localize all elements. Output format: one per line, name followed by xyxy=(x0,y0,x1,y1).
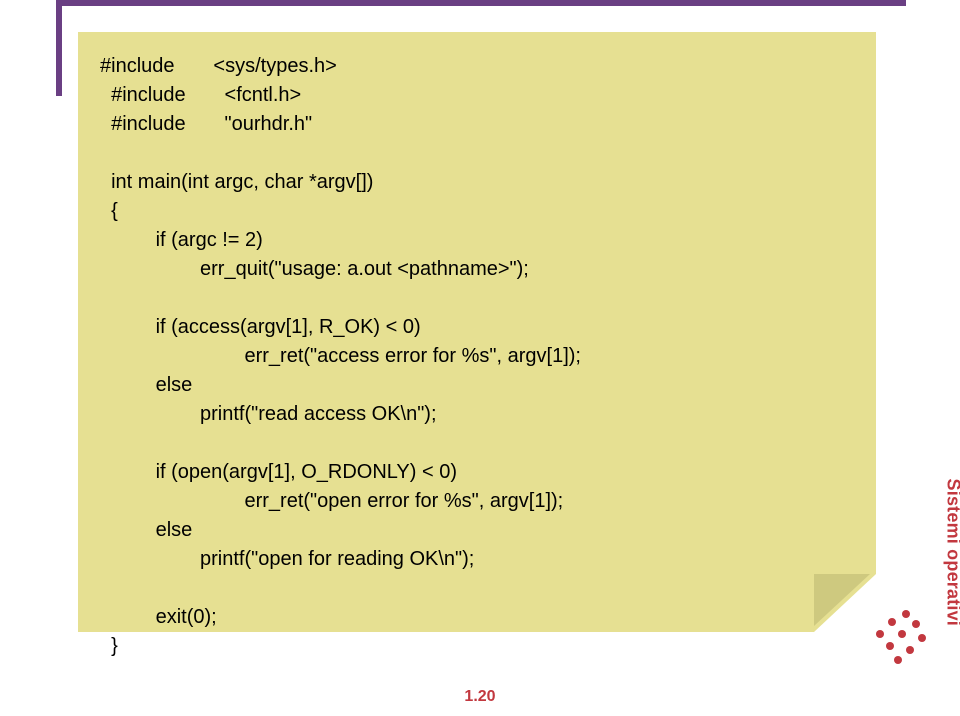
page-number: 1.20 xyxy=(0,688,960,706)
code-line: printf("open for reading OK\n"); xyxy=(100,548,474,570)
code-line: } xyxy=(100,635,118,657)
code-line: if (argc != 2) xyxy=(100,229,263,251)
code-line: #include "ourhdr.h" xyxy=(100,113,312,135)
side-title: Sistemi operativi xyxy=(942,479,960,626)
code-line: err_ret("access error for %s", argv[1]); xyxy=(100,345,581,367)
code-line: #include <sys/types.h> xyxy=(100,55,337,77)
code-text: #include <sys/types.h> #include <fcntl.h… xyxy=(78,32,876,681)
slide-left-rule xyxy=(56,0,62,96)
code-line: { xyxy=(100,200,118,222)
code-line: else xyxy=(100,374,192,396)
decorative-dots-icon xyxy=(874,608,930,664)
code-line: if (open(argv[1], O_RDONLY) < 0) xyxy=(100,461,457,483)
code-block: #include <sys/types.h> #include <fcntl.h… xyxy=(78,32,876,632)
code-line: printf("read access OK\n"); xyxy=(100,403,437,425)
slide-top-rule xyxy=(56,0,906,14)
code-line: else xyxy=(100,519,192,541)
code-line: err_ret("open error for %s", argv[1]); xyxy=(100,490,563,512)
code-line: err_quit("usage: a.out <pathname>"); xyxy=(100,258,529,280)
page-curl-icon xyxy=(814,574,876,632)
code-line: if (access(argv[1], R_OK) < 0) xyxy=(100,316,421,338)
code-line: #include <fcntl.h> xyxy=(100,84,301,106)
code-line: exit(0); xyxy=(100,606,217,628)
code-line: int main(int argc, char *argv[]) xyxy=(100,171,373,193)
